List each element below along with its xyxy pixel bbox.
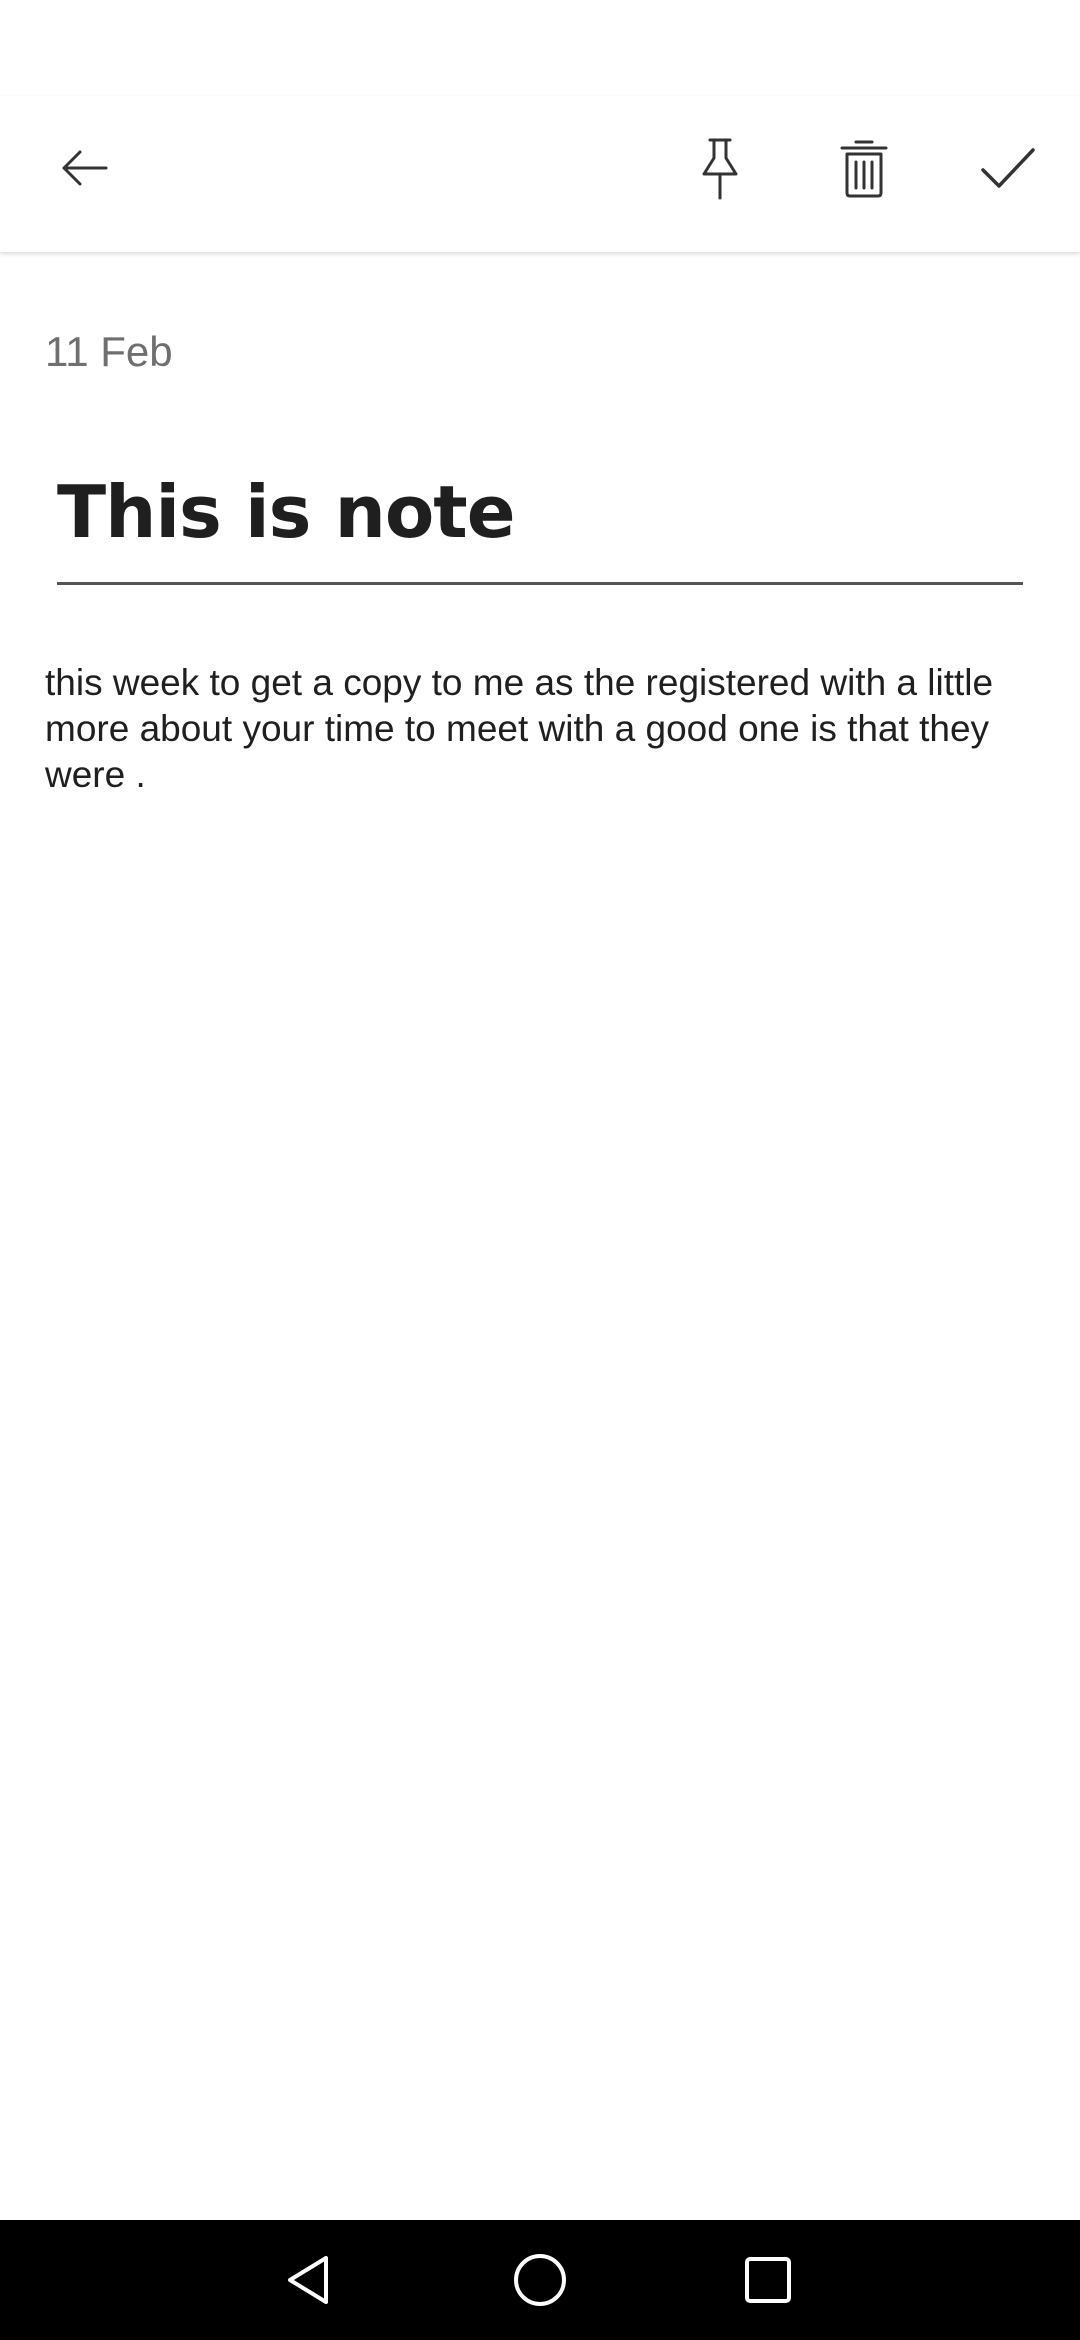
title-input[interactable]: This is note	[57, 460, 1023, 585]
pin-button[interactable]	[670, 118, 770, 218]
app-toolbar	[0, 96, 1080, 252]
system-navigation-bar	[0, 2220, 1080, 2340]
system-back-button[interactable]	[258, 2230, 358, 2330]
nav-back-triangle-icon	[288, 2256, 328, 2304]
trash-icon	[840, 140, 888, 198]
note-date: 11 Feb	[45, 328, 173, 375]
note-editor: 11 Feb This is note this week to get a c…	[0, 252, 1080, 2220]
nav-recents-square-icon	[745, 2257, 791, 2303]
nav-home-circle-icon	[514, 2254, 566, 2306]
check-icon	[981, 148, 1035, 188]
delete-button[interactable]	[814, 118, 914, 218]
arrow-left-icon	[62, 150, 108, 186]
status-bar	[0, 0, 1080, 96]
done-button[interactable]	[958, 118, 1058, 218]
back-button[interactable]	[34, 118, 134, 218]
pin-icon	[702, 138, 738, 200]
system-recents-button[interactable]	[718, 2230, 818, 2330]
note-title[interactable]: This is note	[57, 470, 516, 554]
note-body[interactable]: this week to get a copy to me as the reg…	[45, 660, 1035, 798]
system-home-button[interactable]	[490, 2230, 590, 2330]
